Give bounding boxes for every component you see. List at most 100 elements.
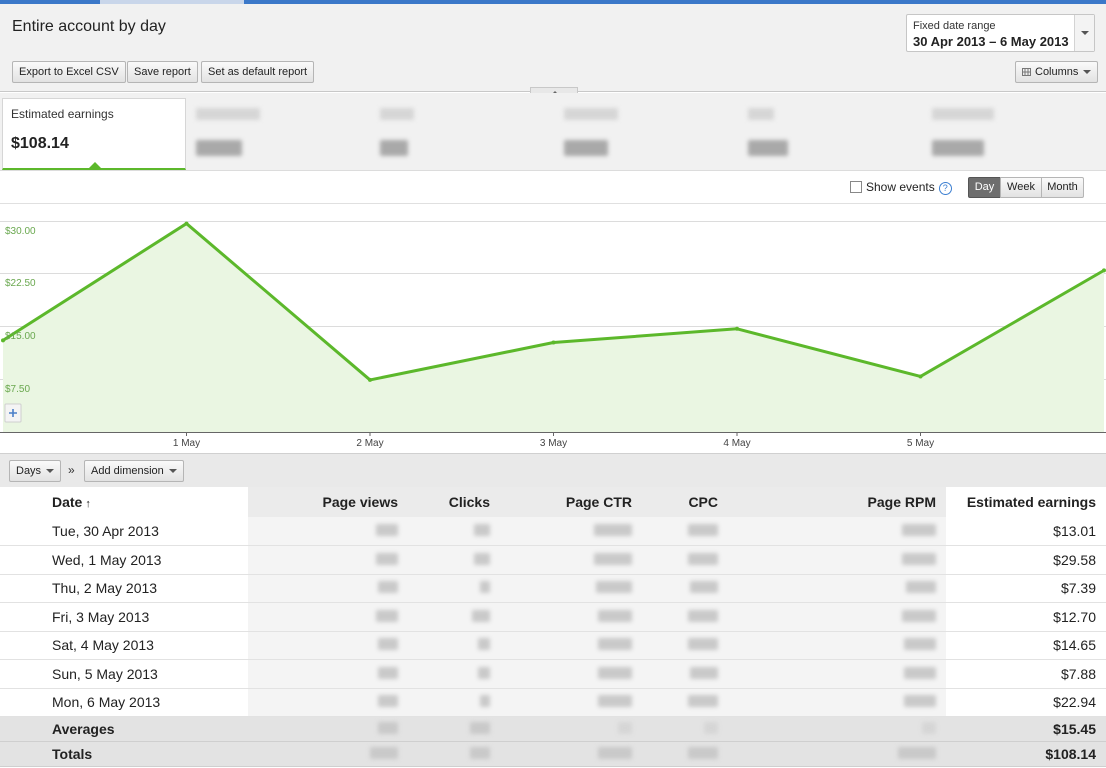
scorecard-hidden-5[interactable]: [924, 98, 1106, 168]
obscured-value: [376, 552, 398, 565]
row-earnings: $7.88: [946, 659, 1106, 689]
col-header-date[interactable]: Date ↑: [0, 487, 248, 517]
data-point[interactable]: [184, 221, 189, 226]
data-point[interactable]: [368, 377, 372, 382]
table-row: Wed, 1 May 2013 $29.58: [0, 545, 1106, 575]
totals-label: Totals: [0, 741, 248, 767]
obscured-cell: [248, 574, 408, 603]
chevron-down-icon: [46, 469, 55, 474]
obscured-cell: [642, 716, 728, 742]
obscured-cell: [408, 741, 500, 767]
scorecard-hidden-1[interactable]: [188, 98, 370, 168]
chevron-down-icon: [168, 469, 177, 474]
obscured-value: [932, 140, 984, 156]
row-earnings: $29.58: [946, 545, 1106, 575]
dimension-controls: Days » Add dimension: [0, 453, 1106, 487]
row-date: Fri, 3 May 2013: [0, 602, 248, 632]
date-range-dropdown-button[interactable]: [1074, 15, 1094, 51]
obscured-cell: [728, 659, 946, 689]
obscured-cell: [728, 545, 946, 575]
columns-button[interactable]: Columns: [1015, 61, 1099, 83]
scorecard-estimated-earnings[interactable]: Estimated earnings $108.14: [2, 98, 186, 170]
zoom-in-button[interactable]: [4, 403, 22, 423]
col-header-estimated-earnings[interactable]: Estimated earnings: [946, 487, 1106, 517]
data-point[interactable]: [1102, 268, 1106, 273]
col-header-page-views[interactable]: Page views: [248, 487, 408, 517]
obscured-value: [904, 638, 936, 651]
totals-earnings: $108.14: [946, 741, 1106, 767]
scorecard-hidden-2[interactable]: [372, 98, 554, 168]
obscured-value: [618, 722, 632, 734]
row-earnings: $7.39: [946, 574, 1106, 603]
set-default-report-button[interactable]: Set as default report: [201, 61, 315, 83]
scorecard-strip: Estimated earnings $108.14: [0, 93, 1106, 171]
averages-row: Averages $15.45: [0, 716, 1106, 742]
obscured-cell: [728, 574, 946, 603]
data-point[interactable]: [735, 326, 739, 331]
obscured-cell: [642, 659, 728, 689]
chevron-down-icon: [1081, 31, 1089, 35]
obscured-label: [932, 108, 994, 120]
obscured-value: [470, 722, 490, 734]
y-tick-label: $30.00: [5, 226, 36, 237]
columns-label: Columns: [1035, 66, 1079, 78]
obscured-cell: [248, 659, 408, 689]
obscured-value: [196, 140, 242, 156]
data-point[interactable]: [918, 374, 923, 379]
save-report-button[interactable]: Save report: [127, 61, 198, 83]
obscured-value: [470, 747, 490, 759]
col-header-clicks[interactable]: Clicks: [408, 487, 500, 517]
show-events-label: Show events: [866, 180, 935, 194]
granularity-day-button[interactable]: Day: [968, 177, 1001, 198]
set-default-label: Set as default report: [208, 66, 308, 78]
obscured-value: [564, 140, 608, 156]
row-earnings: $14.65: [946, 631, 1106, 660]
granularity-month-button[interactable]: Month: [1041, 177, 1084, 198]
obscured-value: [904, 695, 936, 708]
obscured-cell: [728, 716, 946, 742]
obscured-cell: [408, 602, 500, 632]
show-events-toggle[interactable]: Show events?: [850, 180, 952, 195]
table-row: Tue, 30 Apr 2013 $13.01: [0, 517, 1106, 546]
obscured-cell: [408, 659, 500, 689]
columns-grid-icon: [1022, 68, 1031, 76]
obscured-cell: [408, 688, 500, 717]
obscured-cell: [500, 545, 642, 575]
chart-toolbar: Show events? Day Week Month: [0, 172, 1106, 203]
averages-earnings: $15.45: [946, 716, 1106, 742]
obscured-value: [598, 638, 632, 651]
obscured-value: [480, 581, 490, 594]
col-header-page-ctr[interactable]: Page CTR: [500, 487, 642, 517]
obscured-cell: [248, 631, 408, 660]
col-header-cpc[interactable]: CPC: [642, 487, 728, 517]
col-header-page-rpm[interactable]: Page RPM: [728, 487, 946, 517]
help-icon[interactable]: ?: [938, 182, 952, 195]
export-csv-button[interactable]: Export to Excel CSV: [12, 61, 126, 83]
totals-row: Totals $108.14: [0, 741, 1106, 767]
row-date: Wed, 1 May 2013: [0, 545, 248, 575]
date-range-picker[interactable]: Fixed date range 30 Apr 2013 – 6 May 201…: [906, 14, 1095, 52]
obscured-cell: [248, 517, 408, 546]
x-tick-label: 4 May: [723, 438, 750, 449]
obscured-value: [378, 722, 398, 734]
obscured-value: [902, 524, 936, 536]
page-title: Entire account by day: [12, 18, 166, 35]
scorecard-hidden-4[interactable]: [740, 98, 922, 168]
days-dimension-button[interactable]: Days: [9, 460, 62, 482]
scorecard-value: $108.14: [11, 135, 69, 152]
data-point[interactable]: [551, 340, 556, 345]
row-earnings: $13.01: [946, 517, 1106, 546]
obscured-cell: [248, 602, 408, 632]
obscured-value: [688, 524, 718, 536]
scorecard-hidden-3[interactable]: [556, 98, 738, 168]
obscured-cell: [408, 545, 500, 575]
add-dimension-button[interactable]: Add dimension: [84, 460, 184, 482]
granularity-week-button[interactable]: Week: [1000, 177, 1042, 198]
obscured-value: [704, 722, 718, 734]
col-header-date-label: Date: [52, 494, 83, 510]
days-dimension-label: Days: [16, 465, 42, 477]
show-events-checkbox[interactable]: [850, 181, 862, 193]
obscured-value: [748, 140, 788, 156]
obscured-value: [478, 638, 490, 651]
row-date: Thu, 2 May 2013: [0, 574, 248, 603]
